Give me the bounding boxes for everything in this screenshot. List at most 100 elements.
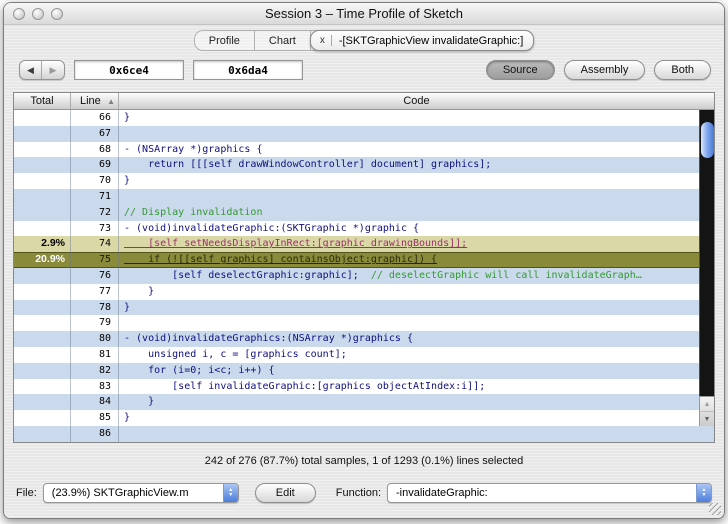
code-cell: }	[119, 173, 714, 189]
close-button[interactable]	[13, 8, 25, 20]
vertical-scrollbar[interactable]	[699, 110, 714, 396]
minimize-button[interactable]	[32, 8, 44, 20]
history-nav: ◀ ▶	[19, 60, 65, 80]
column-header-line-label: Line	[80, 95, 101, 107]
column-header-code[interactable]: Code	[119, 93, 714, 109]
code-cell: }	[119, 110, 714, 126]
both-button[interactable]: Both	[654, 60, 711, 80]
tab-chart[interactable]: Chart	[255, 31, 311, 50]
table-row[interactable]: 76 [self deselectGraphic:graphic]; // de…	[14, 267, 714, 284]
line-number-cell: 67	[71, 125, 119, 142]
table-row[interactable]: 67	[14, 125, 714, 142]
table-row[interactable]: 82 for (i=0; i<c; i++) {	[14, 362, 714, 379]
line-number-cell: 77	[71, 283, 119, 300]
function-label: Function:	[335, 487, 381, 499]
table-row[interactable]: 85}	[14, 410, 714, 426]
footer-bar: File: (23.9%) SKTGraphicView.m ▲ ▼ Edit …	[4, 481, 724, 505]
total-cell	[14, 425, 71, 442]
code-cell	[119, 189, 714, 205]
table-row[interactable]: 73 - (void)invalidateGraphic:(SKTGraphic …	[14, 220, 714, 237]
total-cell	[14, 188, 71, 205]
table-row[interactable]: 71	[14, 188, 714, 205]
code-cell: - (NSArray *)graphics {	[119, 142, 714, 158]
total-cell	[14, 157, 71, 174]
code-cell: unsigned i, c = [graphics count];	[119, 347, 714, 363]
tab-active-function[interactable]: x -[SKTGraphicView invalidateGraphic:]	[309, 30, 535, 51]
table-body: 66} 67 68- (NSArray *)graphics {69 return …	[14, 110, 714, 442]
assembly-button[interactable]: Assembly	[563, 60, 646, 80]
total-cell: 2.9%	[14, 236, 71, 253]
tab-close-icon[interactable]: x	[316, 35, 332, 46]
tab-strip: Profile Chart x -[SKTGraphicView invalid…	[4, 30, 724, 51]
table-row[interactable]: 20.9% 75 if (![[self graphics] containsOb…	[14, 252, 714, 268]
code-text: }	[124, 301, 131, 313]
line-number-cell: 66	[71, 110, 119, 126]
table-row[interactable]: 2.9% 74 [self setNeedsDisplayInRect:[grap…	[14, 236, 714, 253]
total-cell	[14, 394, 71, 411]
code-text: for (i=0; i<c; i++) {	[124, 364, 275, 376]
total-cell	[14, 204, 71, 221]
code-text: return [[[self drawWindowController] doc…	[124, 159, 492, 171]
session-window: Session 3 – Time Profile of Sketch Profi…	[3, 2, 725, 519]
line-number-cell: 75	[71, 252, 119, 268]
code-cell: return [[[self drawWindowController] doc…	[119, 157, 714, 173]
file-popup-value: (23.9%) SKTGraphicView.m	[51, 487, 189, 499]
scroll-up-button[interactable]: ▲	[700, 397, 714, 412]
code-cell: [self deselectGraphic:graphic]; // desel…	[119, 268, 714, 284]
table-row[interactable]: 83 [self invalidateGraphic:[graphics obj…	[14, 378, 714, 395]
function-popup[interactable]: -invalidateGraphic: ▲ ▼	[387, 483, 712, 503]
total-cell	[14, 346, 71, 363]
table-row[interactable]: 78}	[14, 299, 714, 316]
line-number-cell: 82	[71, 362, 119, 379]
function-popup-value: -invalidateGraphic:	[396, 487, 488, 499]
line-number-cell: 84	[71, 394, 119, 411]
tab-profile[interactable]: Profile	[195, 31, 255, 50]
line-number-cell: 85	[71, 410, 119, 426]
source-button[interactable]: Source	[485, 60, 555, 80]
total-cell	[14, 125, 71, 142]
code-cell	[119, 315, 714, 331]
code-text: [self invalidateGraphic:[graphics object…	[124, 380, 486, 392]
table-row[interactable]: 77 }	[14, 283, 714, 300]
scrollbar-thumb[interactable]	[701, 122, 714, 158]
table-row[interactable]: 66}	[14, 110, 714, 126]
line-number-cell: 78	[71, 299, 119, 316]
line-number-cell: 72	[71, 204, 119, 221]
total-cell	[14, 283, 71, 300]
scroll-down-button[interactable]: ▼	[700, 412, 714, 427]
column-header-line[interactable]: Line ▲	[71, 93, 119, 109]
code-text: [self setNeedsDisplayInRect:[graphic dra…	[124, 238, 468, 250]
column-header-total[interactable]: Total	[14, 93, 71, 109]
code-table: Total Line ▲ Code 66} 67 68- (NSArray *)gr…	[13, 92, 715, 443]
file-label: File:	[16, 487, 37, 499]
total-cell	[14, 299, 71, 316]
window-controls	[13, 8, 63, 20]
code-cell: if (![[self graphics] containsObject:gra…	[119, 252, 714, 268]
edit-button[interactable]: Edit	[254, 483, 316, 503]
table-row[interactable]: 84 }	[14, 394, 714, 411]
forward-button[interactable]: ▶	[42, 61, 64, 79]
total-cell	[14, 331, 71, 347]
table-row[interactable]: 69 return [[[self drawWindowController] …	[14, 157, 714, 174]
table-row[interactable]: 70}	[14, 173, 714, 189]
address-start-field[interactable]	[74, 60, 184, 80]
table-row[interactable]: 72 // Display invalidation	[14, 204, 714, 221]
total-cell	[14, 173, 71, 189]
table-row[interactable]: 80 - (void)invalidateGraphics:(NSArray *)…	[14, 331, 714, 347]
address-end-field[interactable]	[193, 60, 303, 80]
back-button[interactable]: ◀	[20, 61, 42, 79]
file-popup[interactable]: (23.9%) SKTGraphicView.m ▲ ▼	[42, 483, 239, 503]
table-row[interactable]: 81 unsigned i, c = [graphics count];	[14, 346, 714, 363]
table-row[interactable]: 68 - (NSArray *)graphics {	[14, 141, 714, 158]
code-text: }	[124, 175, 131, 187]
line-number-cell: 79	[71, 315, 119, 332]
table-row[interactable]: 79	[14, 315, 714, 332]
titlebar[interactable]: Session 3 – Time Profile of Sketch	[4, 3, 724, 25]
code-text: unsigned i, c = [graphics count];	[124, 348, 347, 360]
total-cell: 20.9%	[14, 252, 71, 268]
zoom-button[interactable]	[51, 8, 63, 20]
table-row[interactable]: 86	[14, 425, 714, 442]
code-text: }	[124, 396, 155, 408]
total-cell	[14, 267, 71, 284]
resize-grip-icon[interactable]	[709, 503, 721, 515]
